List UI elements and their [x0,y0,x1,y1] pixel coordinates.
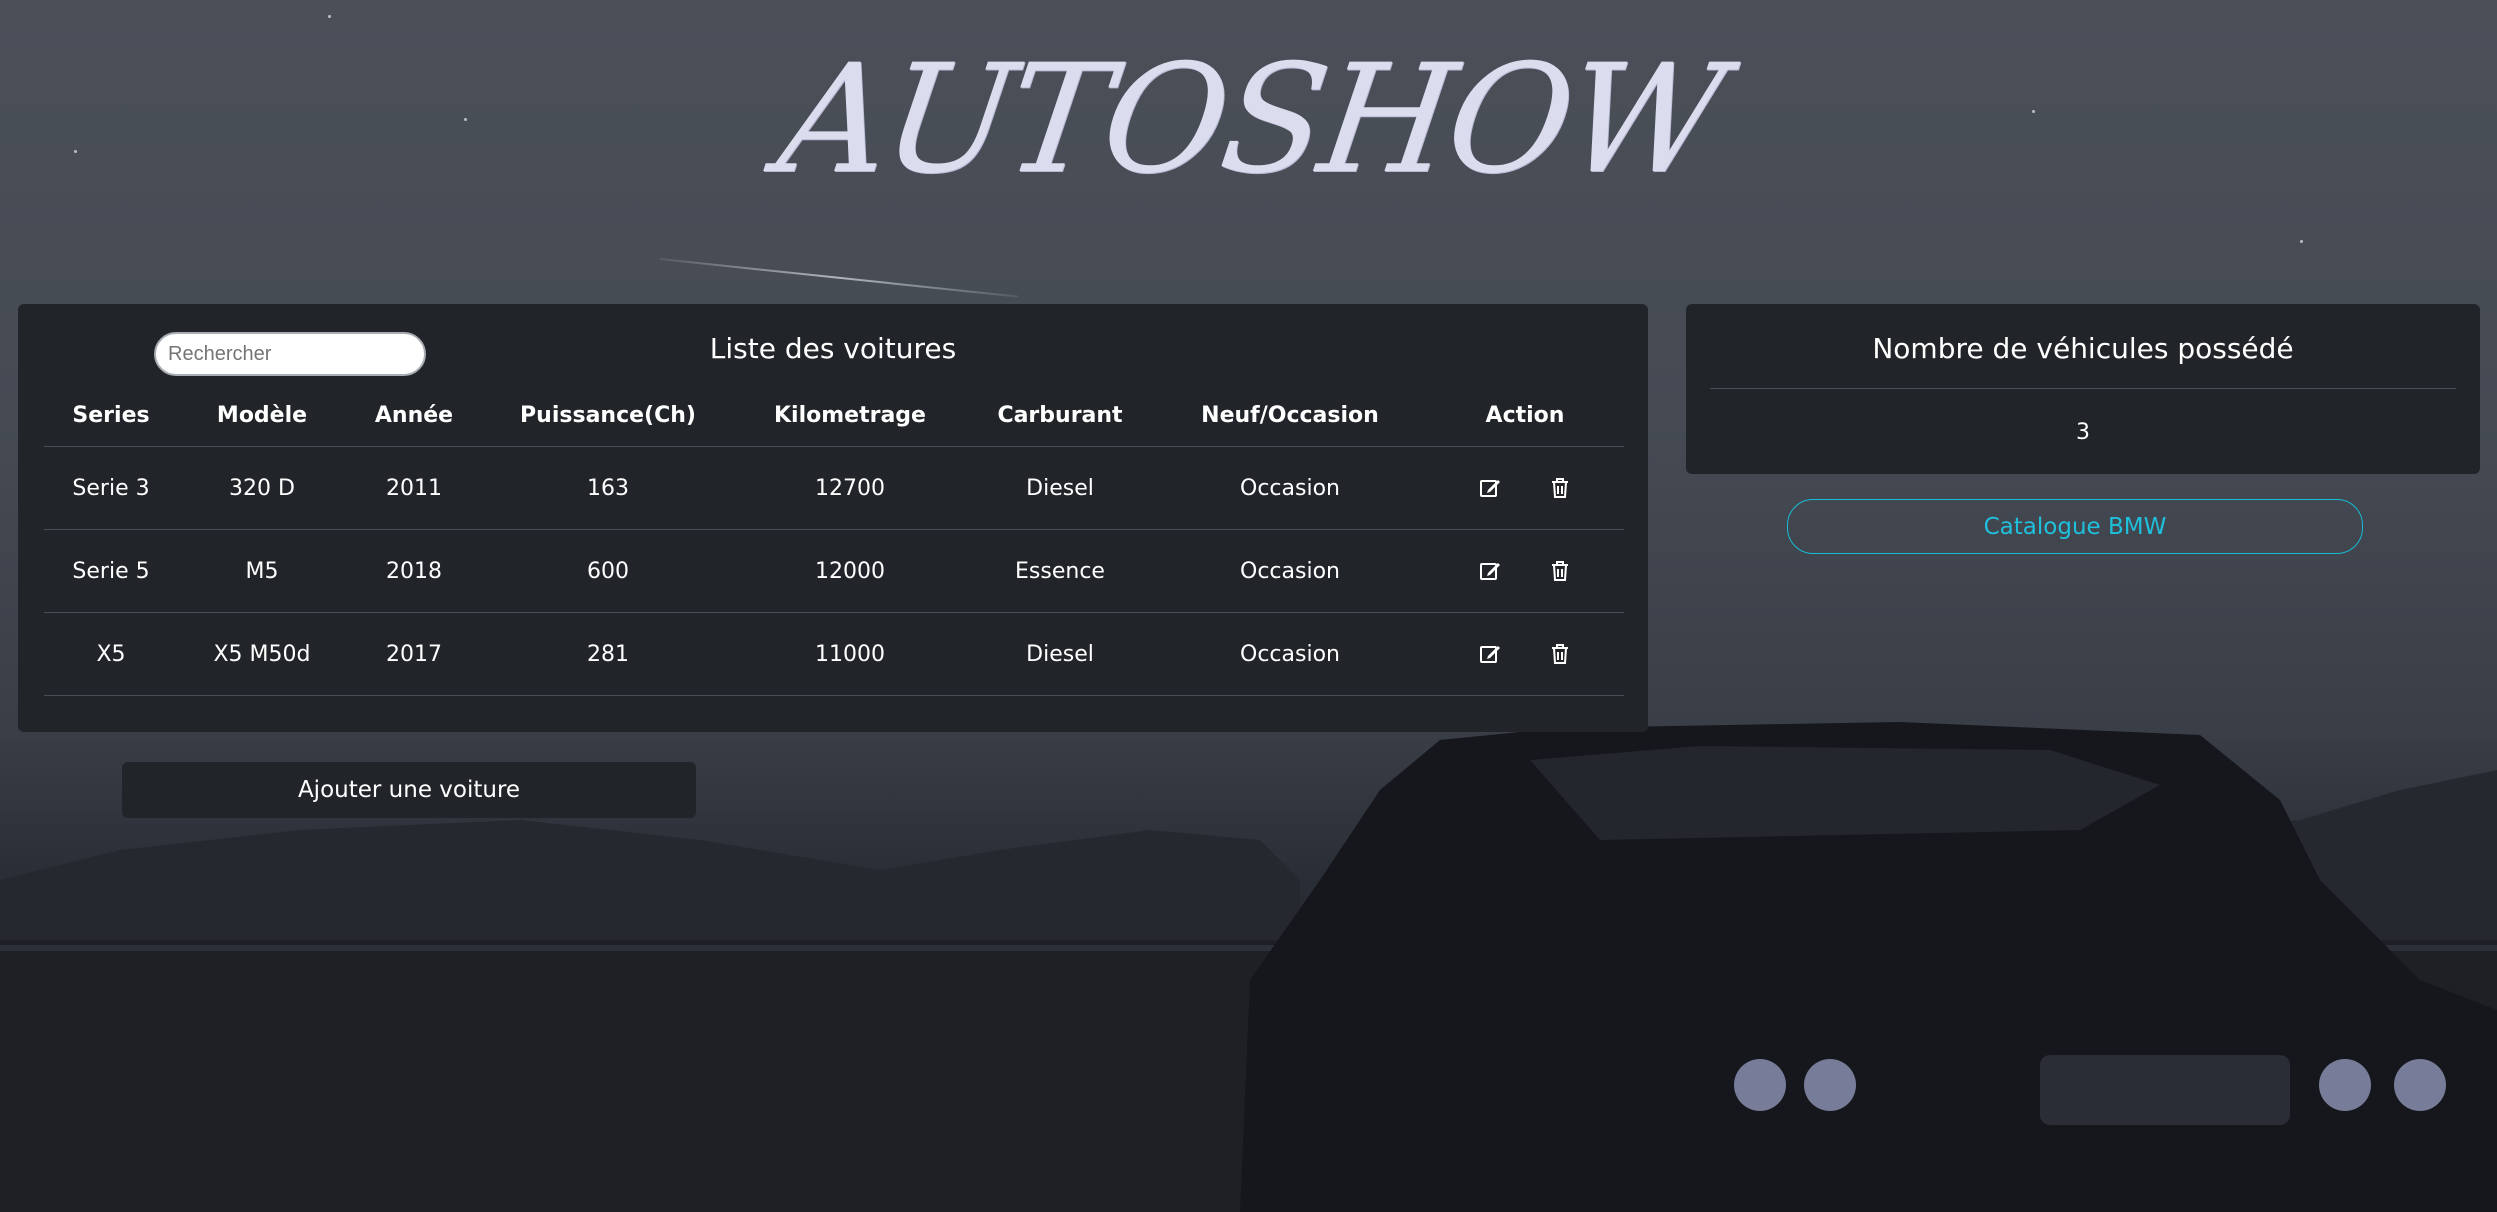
cell-annee: 2017 [346,612,482,696]
cell-modele: X5 M50d [178,612,346,696]
cell-puissance: 163 [482,446,734,530]
cell-kilometrage: 12700 [734,446,966,530]
cell-carburant: Diesel [966,446,1154,530]
table-row: Serie 5 M5 2018 600 12000 Essence Occasi… [44,529,1624,613]
cell-series: X5 [44,612,178,696]
column-header-puissance: Puissance(Ch) [482,384,734,447]
cell-actions [1426,446,1624,530]
vehicle-count-title: Nombre de véhicules possédé [1872,332,2294,365]
row-actions [1427,641,1623,667]
column-header-kilometrage: Kilometrage [734,384,966,447]
column-header-modele: Modèle [178,384,346,447]
row-actions [1427,558,1623,584]
cell-modele: 320 D [178,446,346,530]
trash-icon[interactable] [1547,641,1573,667]
cell-puissance: 281 [482,612,734,696]
cell-kilometrage: 12000 [734,529,966,613]
divider [1710,388,2456,389]
cell-carburant: Essence [966,529,1154,613]
table-row: Serie 3 320 D 2011 163 12700 Diesel Occa… [44,446,1624,530]
cell-neuf-occasion: Occasion [1154,446,1426,530]
cell-annee: 2011 [346,446,482,530]
autoshow-logo: AUTOSHOW [769,33,1731,207]
cell-modele: M5 [178,529,346,613]
trash-icon[interactable] [1547,558,1573,584]
edit-icon[interactable] [1477,558,1503,584]
column-header-annee: Année [346,384,482,447]
catalogue-bmw-button[interactable]: Catalogue BMW [1787,499,2363,554]
cell-actions [1426,612,1624,696]
trash-icon[interactable] [1547,475,1573,501]
vehicle-count-value: 3 [2076,420,2090,445]
cell-series: Serie 5 [44,529,178,613]
edit-icon[interactable] [1477,641,1503,667]
cars-list-panel: Liste des voitures Series Modèle Année P… [18,304,1648,732]
column-header-neuf-occasion: Neuf/Occasion [1154,384,1426,447]
cell-kilometrage: 11000 [734,612,966,696]
cars-list-title: Liste des voitures [709,332,957,365]
page-background: AUTOSHOW Liste des voitures Series Modèl… [0,0,2497,1212]
cell-neuf-occasion: Occasion [1154,529,1426,613]
vehicle-count-panel: Nombre de véhicules possédé 3 [1686,304,2480,474]
cell-puissance: 600 [482,529,734,613]
row-actions [1427,475,1623,501]
cell-carburant: Diesel [966,612,1154,696]
column-header-carburant: Carburant [966,384,1154,447]
cell-actions [1426,529,1624,613]
cell-annee: 2018 [346,529,482,613]
table-row: X5 X5 M50d 2017 281 11000 Diesel Occasio… [44,612,1624,696]
add-car-button[interactable]: Ajouter une voiture [122,762,696,818]
cell-neuf-occasion: Occasion [1154,612,1426,696]
column-header-series: Series [44,384,178,447]
cell-series: Serie 3 [44,446,178,530]
cars-table: Series Modèle Année Puissance(Ch) Kilome… [44,384,1624,696]
column-header-action: Action [1426,384,1624,447]
table-header-row: Series Modèle Année Puissance(Ch) Kilome… [44,384,1624,447]
edit-icon[interactable] [1477,475,1503,501]
